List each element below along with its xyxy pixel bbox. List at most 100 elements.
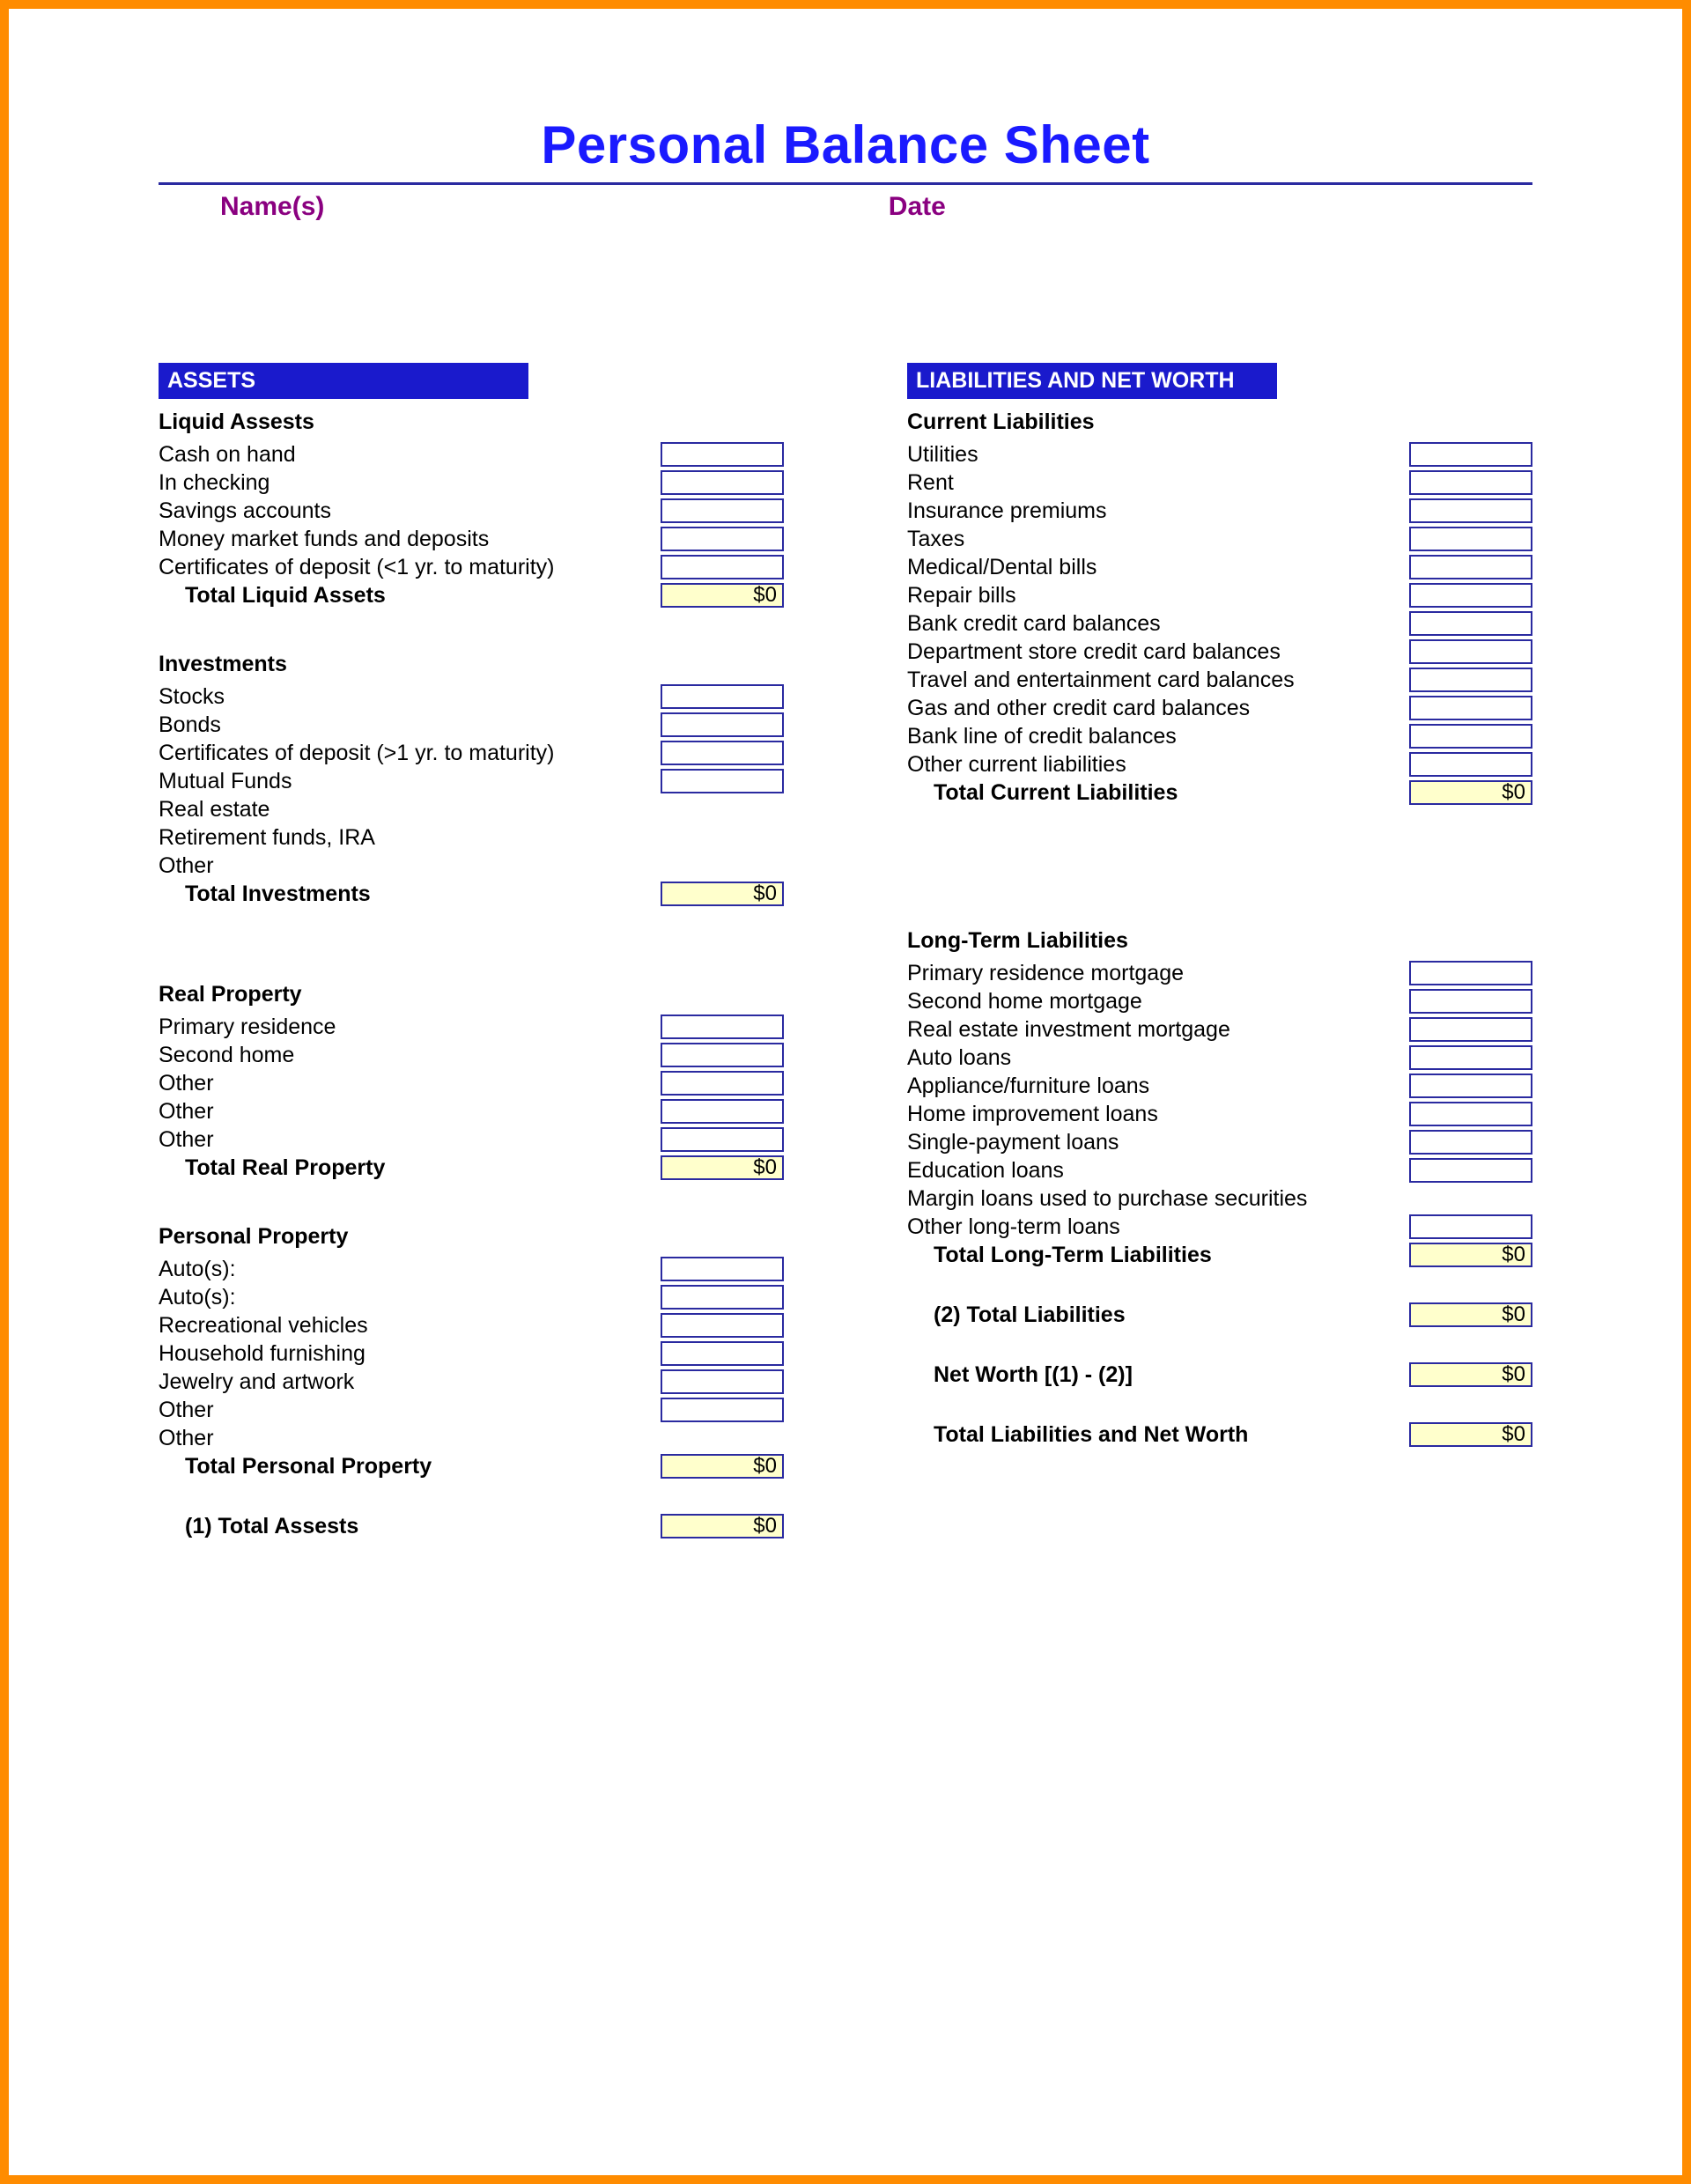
current-liability-row: Utilities	[907, 440, 1532, 469]
amount-cell[interactable]	[661, 741, 784, 765]
amount-cell[interactable]	[661, 769, 784, 793]
amount-cell[interactable]	[1409, 1214, 1532, 1239]
liquid-row: Cash on hand	[159, 440, 784, 469]
row-label: Mutual Funds	[159, 769, 655, 794]
personal-property-total: Total Personal Property$0	[159, 1452, 784, 1480]
amount-cell[interactable]	[661, 442, 784, 467]
amount-cell[interactable]	[661, 1043, 784, 1067]
total-liabilities: (2) Total Liabilities$0	[907, 1301, 1532, 1329]
amount-cell[interactable]	[661, 527, 784, 551]
liquid-row: Certificates of deposit (<1 yr. to matur…	[159, 553, 784, 581]
amount-cell[interactable]	[1409, 724, 1532, 749]
amount-cell[interactable]	[661, 498, 784, 523]
amount-cell[interactable]	[1409, 470, 1532, 495]
amount-cell[interactable]	[1409, 668, 1532, 692]
row-label: Department store credit card balances	[907, 639, 1404, 665]
personal-property-row: Household furnishing	[159, 1339, 784, 1368]
liquid-row: In checking	[159, 469, 784, 497]
long-term-row: Home improvement loans	[907, 1100, 1532, 1128]
amount-cell[interactable]	[661, 470, 784, 495]
amount-cell[interactable]	[661, 1127, 784, 1152]
long-term-row: Real estate investment mortgage	[907, 1015, 1532, 1044]
personal-property-row: Other	[159, 1424, 784, 1452]
investments-total: Total Investments$0	[159, 880, 784, 908]
amount-cell[interactable]	[661, 712, 784, 737]
amount-cell[interactable]	[1409, 639, 1532, 664]
amount-cell[interactable]	[1409, 1130, 1532, 1155]
row-label: Second home mortgage	[907, 989, 1404, 1015]
row-label: Insurance premiums	[907, 498, 1404, 524]
net-worth: Net Worth [(1) - (2)]$0	[907, 1361, 1532, 1389]
row-label: Travel and entertainment card balances	[907, 668, 1404, 693]
columns: ASSETS Liquid Assests Cash on hand In ch…	[159, 363, 1532, 1540]
investment-row: Bonds	[159, 711, 784, 739]
amount-cell[interactable]	[1409, 1074, 1532, 1098]
total-label: Total Investments	[159, 882, 655, 907]
current-liability-row: Rent	[907, 469, 1532, 497]
total-cell: $0	[1409, 1362, 1532, 1387]
investment-row: Mutual Funds	[159, 767, 784, 795]
total-label: Total Long-Term Liabilities	[907, 1243, 1404, 1268]
real-property-total: Total Real Property$0	[159, 1154, 784, 1182]
total-label: Total Personal Property	[159, 1454, 655, 1479]
amount-cell[interactable]	[1409, 1158, 1532, 1183]
amount-cell[interactable]	[661, 1285, 784, 1310]
row-label: Cash on hand	[159, 442, 655, 468]
total-cell: $0	[661, 1454, 784, 1479]
investment-row: Stocks	[159, 682, 784, 711]
row-label: Other	[159, 1099, 655, 1125]
row-label: Auto(s):	[159, 1285, 655, 1310]
long-term-row: Single-payment loans	[907, 1128, 1532, 1156]
amount-cell[interactable]	[661, 1071, 784, 1096]
row-label: Certificates of deposit (<1 yr. to matur…	[159, 555, 655, 580]
row-label: Primary residence mortgage	[907, 961, 1404, 986]
amount-cell[interactable]	[1409, 1017, 1532, 1042]
liquid-total: Total Liquid Assets$0	[159, 581, 784, 609]
amount-cell[interactable]	[661, 1257, 784, 1281]
row-label: Other	[159, 1398, 655, 1423]
current-liability-row: Gas and other credit card balances	[907, 694, 1532, 722]
long-term-total: Total Long-Term Liabilities$0	[907, 1241, 1532, 1269]
amount-cell[interactable]	[1409, 527, 1532, 551]
amount-cell[interactable]	[1409, 555, 1532, 579]
amount-cell[interactable]	[1409, 583, 1532, 608]
personal-property-row: Jewelry and artwork	[159, 1368, 784, 1396]
amount-cell[interactable]	[661, 555, 784, 579]
amount-cell[interactable]	[661, 1015, 784, 1039]
amount-cell[interactable]	[1409, 696, 1532, 720]
amount-cell[interactable]	[1409, 1102, 1532, 1126]
investment-row: Other	[159, 852, 784, 880]
amount-cell[interactable]	[661, 1398, 784, 1422]
amount-cell[interactable]	[661, 1369, 784, 1394]
row-label: Bank line of credit balances	[907, 724, 1404, 749]
total-label: Net Worth [(1) - (2)]	[907, 1362, 1404, 1388]
total-cell: $0	[661, 1155, 784, 1180]
personal-property-row: Auto(s):	[159, 1255, 784, 1283]
personal-property-row: Recreational vehicles	[159, 1311, 784, 1339]
amount-cell[interactable]	[1409, 442, 1532, 467]
personal-property-row: Other	[159, 1396, 784, 1424]
amount-cell[interactable]	[661, 1313, 784, 1338]
row-label: Stocks	[159, 684, 655, 710]
row-label: Primary residence	[159, 1015, 655, 1040]
amount-cell[interactable]	[1409, 752, 1532, 777]
row-label: Second home	[159, 1043, 655, 1068]
amount-cell[interactable]	[1409, 611, 1532, 636]
investments-heading: Investments	[159, 652, 784, 677]
amount-cell[interactable]	[661, 1341, 784, 1366]
long-term-row: Margin loans used to purchase securities	[907, 1184, 1532, 1213]
row-label: Medical/Dental bills	[907, 555, 1404, 580]
amount-cell[interactable]	[661, 684, 784, 709]
row-label: Other	[159, 1426, 784, 1451]
amount-cell[interactable]	[1409, 1045, 1532, 1070]
row-label: Auto loans	[907, 1045, 1404, 1071]
current-liability-row: Travel and entertainment card balances	[907, 666, 1532, 694]
amount-cell[interactable]	[661, 1099, 784, 1124]
total-liabilities-net-worth: Total Liabilities and Net Worth$0	[907, 1420, 1532, 1449]
liabilities-column: LIABILITIES AND NET WORTH Current Liabil…	[907, 363, 1532, 1540]
amount-cell[interactable]	[1409, 498, 1532, 523]
amount-cell[interactable]	[1409, 989, 1532, 1014]
row-label: Retirement funds, IRA	[159, 825, 784, 851]
amount-cell[interactable]	[1409, 961, 1532, 985]
total-label: Total Real Property	[159, 1155, 655, 1181]
